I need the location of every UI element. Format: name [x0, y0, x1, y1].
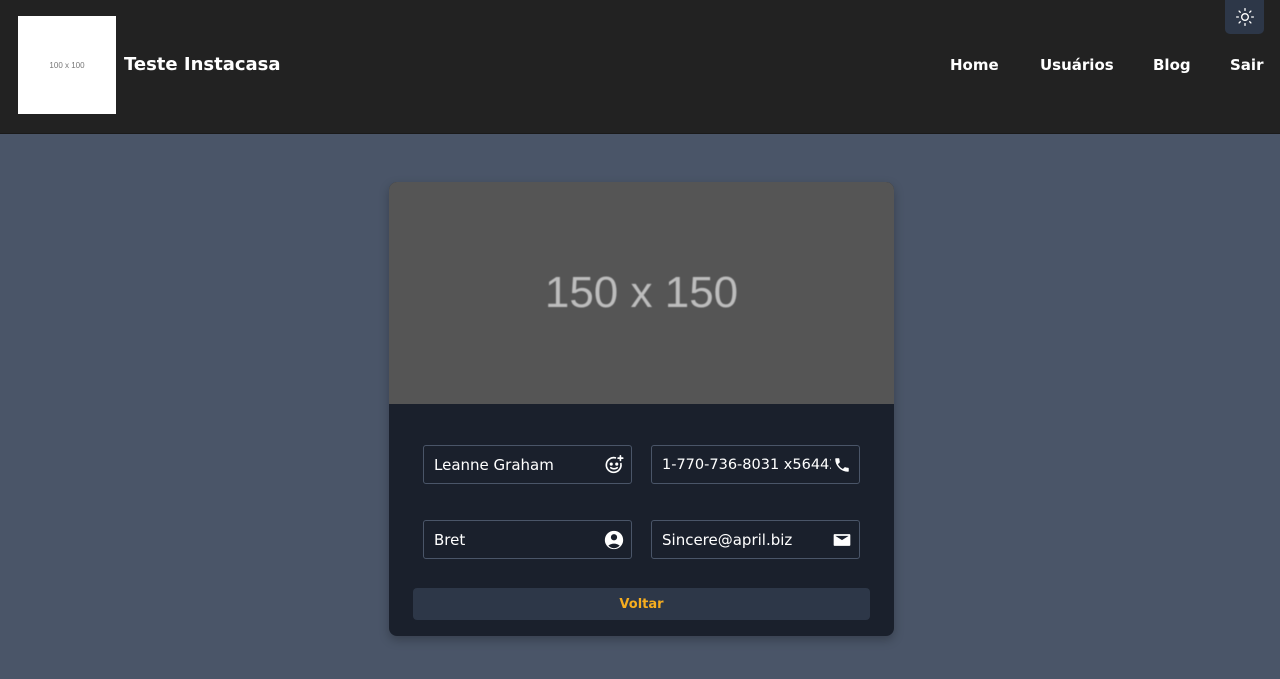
profile-image: 150 x 150 [389, 182, 894, 404]
nav-users-link[interactable]: Usuários [1040, 56, 1114, 74]
phone-field[interactable] [651, 445, 860, 484]
username-input[interactable] [434, 530, 603, 549]
name-input[interactable] [434, 455, 603, 474]
theme-toggle-button[interactable] [1225, 0, 1264, 34]
nav-blog-link[interactable]: Blog [1153, 56, 1191, 74]
user-profile-card: 150 x 150 Leanne Graham 1-770-736-8031 x… [389, 182, 894, 636]
brand-title: Teste Instacasa [124, 54, 281, 75]
logo-placeholder-text: 100 x 100 [49, 60, 85, 70]
phone-icon [831, 454, 853, 476]
top-header: 100 x 100 Teste Instacasa Home Usuários … [0, 0, 1280, 134]
phone-input[interactable] [662, 456, 831, 473]
nav-logout-link[interactable]: Sair [1230, 56, 1263, 74]
sun-icon [1235, 7, 1254, 27]
smile-plus-icon [603, 454, 625, 476]
name-field[interactable] [423, 445, 632, 484]
email-field[interactable] [651, 520, 860, 559]
email-input[interactable] [662, 530, 831, 549]
user-circle-icon [603, 529, 625, 551]
logo-image: 100 x 100 [18, 16, 116, 114]
username-field[interactable] [423, 520, 632, 559]
back-button[interactable]: Voltar [413, 588, 870, 620]
envelope-icon [831, 529, 853, 551]
profile-image-placeholder-text: 150 x 150 [544, 268, 739, 317]
nav-home-link[interactable]: Home [950, 56, 999, 74]
